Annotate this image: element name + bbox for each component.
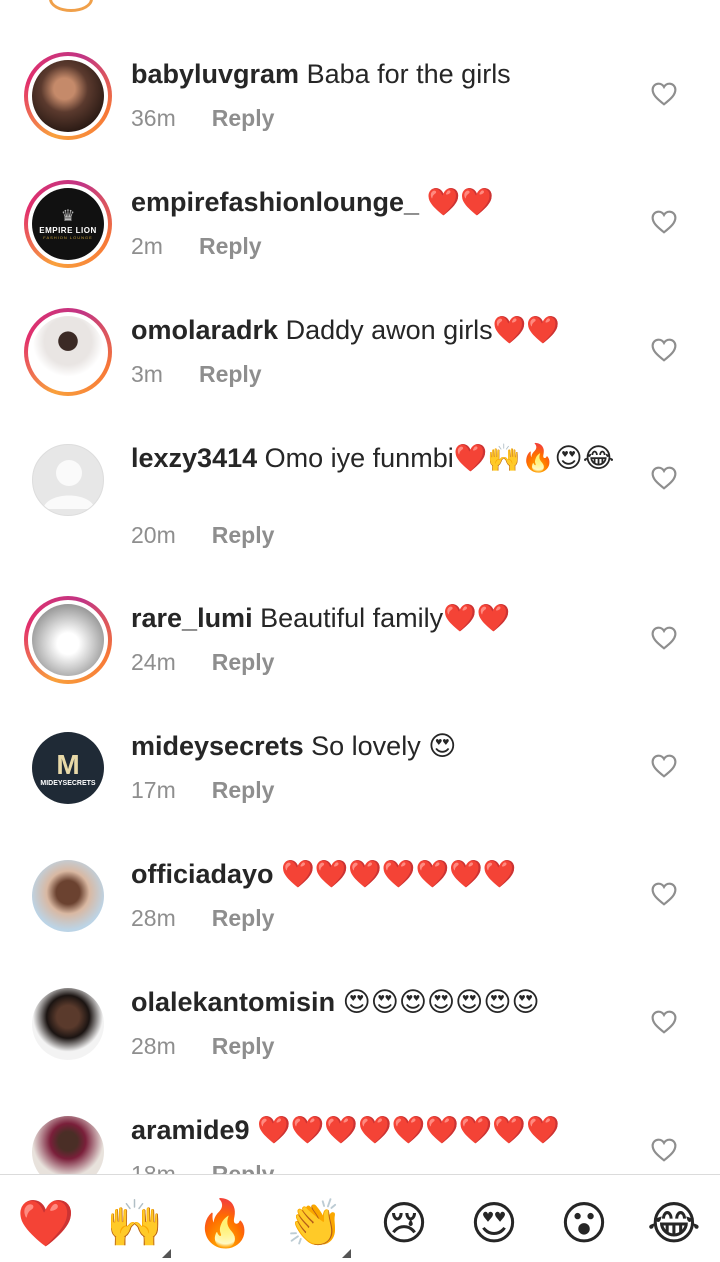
comment-username[interactable]: olalekantomisin xyxy=(131,987,335,1017)
heart-outline-icon[interactable] xyxy=(651,338,677,362)
comment-username[interactable]: aramide9 xyxy=(131,1115,250,1145)
comment-body: ❤️❤️❤️❤️❤️❤️❤️ xyxy=(281,859,517,889)
reply-button[interactable]: Reply xyxy=(212,649,275,675)
comment-username[interactable]: rare_lumi xyxy=(131,603,253,633)
comment-body: 😍😍😍😍😍😍😍 xyxy=(342,987,540,1017)
avatar-brand-text: MIDEYSECRETS xyxy=(40,779,96,787)
comment-body: Beautiful family❤️❤️ xyxy=(260,603,511,633)
comment-time: 36m xyxy=(131,105,176,131)
comment-username[interactable]: lexzy3414 xyxy=(131,443,257,473)
reply-button[interactable]: Reply xyxy=(212,105,275,131)
quick-reaction-bar: ❤️ 🙌 🔥 👏 😢 😍 😮 😂 xyxy=(0,1174,720,1262)
reply-button[interactable]: Reply xyxy=(212,777,275,803)
comment-time: 28m xyxy=(131,1033,176,1059)
reaction-heart-eyes-button[interactable]: 😍 xyxy=(466,1195,522,1251)
skin-tone-indicator-icon xyxy=(342,1249,351,1258)
reaction-raised-hands-button[interactable]: 🙌 xyxy=(106,1195,163,1251)
avatar[interactable]: M MIDEYSECRETS xyxy=(24,724,112,812)
avatar[interactable] xyxy=(24,52,112,140)
comment-time: 24m xyxy=(131,649,176,675)
reaction-fire-button[interactable]: 🔥 xyxy=(196,1195,253,1251)
comment-body: Daddy awon girls❤️❤️ xyxy=(285,315,560,345)
reply-button[interactable]: Reply xyxy=(212,522,275,548)
comment-body: Omo iye funmbi❤️🙌🔥😍😂 xyxy=(264,443,615,473)
comment-time: 3m xyxy=(131,361,163,387)
reply-button[interactable]: Reply xyxy=(212,905,275,931)
heart-outline-icon[interactable] xyxy=(651,754,677,778)
heart-outline-icon[interactable] xyxy=(651,82,677,106)
avatar[interactable] xyxy=(24,308,112,396)
reaction-crying-button[interactable]: 😢 xyxy=(376,1195,432,1251)
heart-outline-icon[interactable] xyxy=(651,466,677,490)
avatar[interactable] xyxy=(24,980,112,1068)
reaction-clap-button[interactable]: 👏 xyxy=(286,1195,343,1251)
partial-avatar-ring xyxy=(49,0,93,12)
heart-outline-icon[interactable] xyxy=(651,882,677,906)
comment-username[interactable]: officiadayo xyxy=(131,859,274,889)
avatar-brand-subtext: FASHION LOUNGE xyxy=(43,235,93,240)
comment-body: ❤️❤️ xyxy=(426,187,494,217)
comment-time: 17m xyxy=(131,777,176,803)
reply-button[interactable]: Reply xyxy=(199,233,262,259)
heart-outline-icon[interactable] xyxy=(651,1010,677,1034)
avatar[interactable] xyxy=(24,436,112,524)
reaction-laughing-button[interactable]: 😂 xyxy=(646,1195,702,1251)
avatar[interactable]: ♛ EMPIRE LION FASHION LOUNGE xyxy=(24,180,112,268)
comment-body: Baba for the girls xyxy=(306,59,511,89)
avatar-brand-text: EMPIRE LION xyxy=(39,226,97,235)
comment-time: 2m xyxy=(131,233,163,259)
heart-outline-icon[interactable] xyxy=(651,210,677,234)
comment-body: So lovely 😍 xyxy=(311,731,457,761)
comment-username[interactable]: empirefashionlounge_ xyxy=(131,187,419,217)
reaction-surprised-button[interactable]: 😮 xyxy=(556,1195,612,1251)
heart-outline-icon[interactable] xyxy=(651,1138,677,1162)
reply-button[interactable]: Reply xyxy=(199,361,262,387)
comment-body: ❤️❤️❤️❤️❤️❤️❤️❤️❤️ xyxy=(257,1115,560,1145)
comment-username[interactable]: omolaradrk xyxy=(131,315,278,345)
heart-outline-icon[interactable] xyxy=(651,626,677,650)
avatar[interactable] xyxy=(24,596,112,684)
comment-time: 28m xyxy=(131,905,176,931)
comment-username[interactable]: babyluvgram xyxy=(131,59,299,89)
avatar[interactable] xyxy=(24,852,112,940)
default-avatar-icon xyxy=(43,460,95,509)
reaction-heart-button[interactable]: ❤️ xyxy=(17,1195,74,1251)
comment-username[interactable]: mideysecrets xyxy=(131,731,304,761)
skin-tone-indicator-icon xyxy=(162,1249,171,1258)
reply-button[interactable]: Reply xyxy=(212,1033,275,1059)
comment-time: 20m xyxy=(131,522,176,548)
